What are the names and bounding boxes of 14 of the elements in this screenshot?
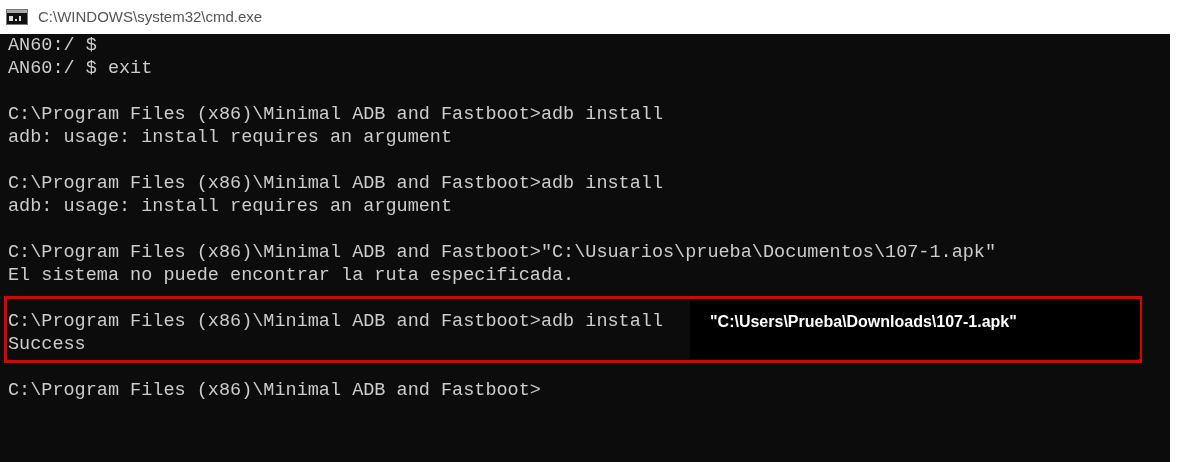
window-title: C:\WINDOWS\system32\cmd.exe	[38, 6, 263, 27]
console-line: El sistema no puede encontrar la ruta especificada.	[8, 264, 575, 287]
console-line: adb: usage: install requires an argument	[8, 195, 453, 218]
console-line: AN60:/ $	[8, 34, 97, 57]
console-line: Success	[8, 333, 86, 356]
console-line: C:\Program Files (x86)\Minimal ADB and Fastboot>adb install	[8, 103, 663, 126]
console-line: AN60:/ $ exit	[8, 57, 153, 80]
console-line: C:\Program Files (x86)\Minimal ADB and Fastboot>adb install	[8, 310, 663, 333]
path-annotation: "C:\Users\Prueba\Downloads\107-1.apk"	[690, 299, 1140, 359]
console-line: C:\Program Files (x86)\Minimal ADB and Fastboot>adb install	[8, 172, 663, 195]
console-icon	[6, 9, 28, 25]
console-line: C:\Program Files (x86)\Minimal ADB and Fastboot>	[8, 379, 541, 402]
console-line: C:\Program Files (x86)\Minimal ADB and Fastboot>"C:\Usuarios\prueba\Documentos\107-1.apk"	[8, 241, 997, 264]
console-line: adb: usage: install requires an argument	[8, 126, 453, 149]
